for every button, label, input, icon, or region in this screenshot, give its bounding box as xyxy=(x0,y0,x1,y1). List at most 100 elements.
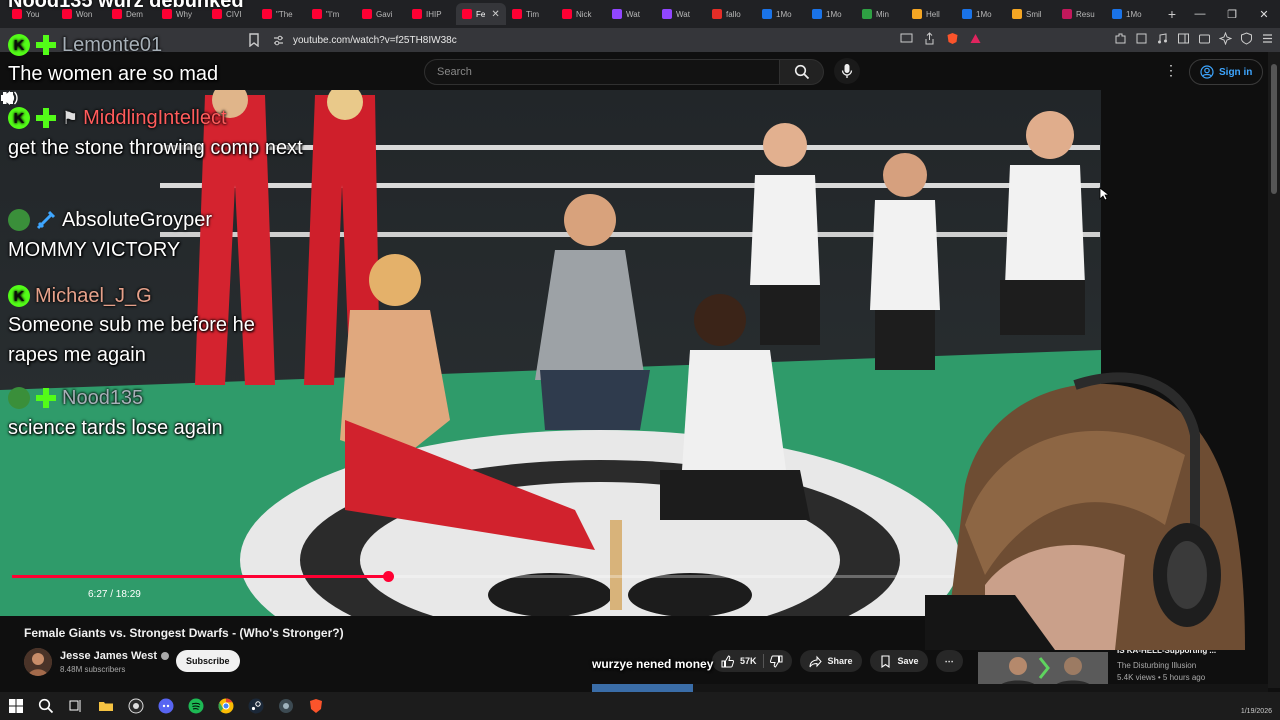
new-tab-button[interactable]: + xyxy=(1162,6,1182,22)
more-actions-button[interactable]: ⋯ xyxy=(935,650,963,672)
save-icon xyxy=(880,654,890,668)
recommended-video-channel[interactable]: The Disturbing Illusion xyxy=(1117,661,1196,670)
steam-button[interactable] xyxy=(246,696,266,716)
tab-favicon-icon xyxy=(962,9,972,19)
recommended-video-thumbnail[interactable] xyxy=(978,652,1108,688)
tab-label: "The xyxy=(276,9,293,19)
dislike-icon[interactable] xyxy=(769,655,783,668)
browser-menu-icon[interactable] xyxy=(1261,32,1274,45)
media-icon[interactable] xyxy=(1156,32,1169,45)
donation-goal-label: wurzye nened money xyxy=(592,657,714,671)
page-scrollbar[interactable] xyxy=(1268,52,1280,688)
search-button[interactable] xyxy=(780,59,824,85)
like-dislike-group: 57K xyxy=(712,650,792,672)
tab-label: 1Mo xyxy=(826,9,842,19)
chat-message: get the stone throwing comp next xyxy=(8,137,303,159)
browser-tab[interactable]: Wat xyxy=(606,3,656,25)
sign-in-button[interactable]: Sign in xyxy=(1189,59,1264,85)
channel-name-text: Jesse James West xyxy=(60,650,158,662)
leo-ai-icon[interactable] xyxy=(1219,32,1232,45)
file-explorer-button[interactable] xyxy=(96,696,116,716)
browser-tab[interactable]: Nick xyxy=(556,3,606,25)
taskbar-app-2[interactable] xyxy=(276,696,296,716)
brave-button[interactable] xyxy=(306,696,326,716)
brave-shields-icon[interactable] xyxy=(946,32,959,45)
minimize-button[interactable]: — xyxy=(1184,8,1216,20)
close-window-button[interactable]: ✕ xyxy=(1248,8,1280,21)
brave-rewards-icon[interactable] xyxy=(969,32,982,45)
video-scrubber-handle[interactable] xyxy=(382,571,394,582)
share-page-icon[interactable] xyxy=(923,32,936,45)
tab-label: Hell xyxy=(926,9,940,19)
screenshot-icon[interactable] xyxy=(1135,32,1148,45)
browser-tab[interactable]: Wat xyxy=(656,3,706,25)
cast-icon[interactable] xyxy=(900,32,913,45)
site-info-icon[interactable] xyxy=(272,34,285,47)
bookmark-icon[interactable] xyxy=(248,33,260,47)
channel-name[interactable]: Jesse James West xyxy=(60,650,170,662)
like-count[interactable]: 57K xyxy=(740,656,757,666)
browser-tab[interactable]: fallo xyxy=(706,3,756,25)
browser-tab[interactable]: Hell xyxy=(906,3,956,25)
browser-tab[interactable]: 1Mo xyxy=(756,3,806,25)
search-placeholder: Search xyxy=(437,66,472,78)
browser-tab[interactable]: Min xyxy=(856,3,906,25)
chat-username-row: K Michael_J_G xyxy=(8,284,152,308)
browser-tab[interactable]: 1Mo xyxy=(956,3,1006,25)
browser-tab[interactable]: 1Mo xyxy=(806,3,856,25)
flag-badge-icon: ⚑ xyxy=(62,107,79,128)
folder-icon xyxy=(99,702,113,711)
tab-label: 1Mo xyxy=(776,9,792,19)
settings-menu-icon[interactable]: ⋮ xyxy=(1164,63,1178,77)
avatar-image xyxy=(24,648,52,676)
share-icon xyxy=(809,655,822,667)
browser-tab[interactable]: Tim xyxy=(506,3,556,25)
chat-username: MiddlingIntellect xyxy=(83,106,227,129)
url-text: youtube.com/watch?v=f25TH8IW38c xyxy=(293,34,457,46)
tab-favicon-icon xyxy=(812,9,822,19)
discord-button[interactable] xyxy=(156,696,176,716)
wallet-icon[interactable] xyxy=(1198,32,1211,45)
tab-label: Smil xyxy=(1026,9,1042,19)
voice-search-button[interactable] xyxy=(834,58,860,84)
url-field[interactable]: youtube.com/watch?v=f25TH8IW38c xyxy=(272,31,992,49)
scrollbar-thumb[interactable] xyxy=(1271,64,1277,194)
sign-in-label: Sign in xyxy=(1219,66,1253,78)
taskbar-search-button[interactable] xyxy=(36,696,56,716)
tab-label: Nick xyxy=(576,9,592,19)
chrome-button[interactable] xyxy=(216,696,236,716)
subscribe-button[interactable]: Subscribe xyxy=(176,650,240,672)
task-view-button[interactable] xyxy=(66,696,86,716)
start-button[interactable] xyxy=(6,696,26,716)
recommended-video-meta: 5.4K views • 5 hours ago xyxy=(1117,673,1206,682)
browser-tab[interactable]: Smil xyxy=(1006,3,1056,25)
browser-tab[interactable]: "I'm xyxy=(306,3,356,25)
spotify-button[interactable] xyxy=(186,696,206,716)
search-input[interactable]: Search xyxy=(424,59,780,85)
sidebar-icon[interactable] xyxy=(1177,32,1190,45)
task-view-icon xyxy=(69,700,81,712)
browser-tab[interactable]: Resu xyxy=(1056,3,1106,25)
share-button[interactable]: Share xyxy=(799,650,862,672)
spotify-icon xyxy=(188,698,204,714)
browser-tab[interactable]: "The xyxy=(256,3,306,25)
chat-message: The women are so mad xyxy=(8,63,219,85)
like-icon[interactable] xyxy=(721,654,734,668)
vpn-icon[interactable] xyxy=(1240,32,1253,45)
channel-avatar[interactable] xyxy=(24,648,52,676)
tab-label: Fe xyxy=(476,9,486,19)
close-tab-icon[interactable]: ✕ xyxy=(491,9,499,20)
maximize-button[interactable]: ❐ xyxy=(1216,8,1248,21)
streamer-webcam xyxy=(925,345,1268,650)
tab-favicon-icon xyxy=(462,9,472,19)
browser-tab[interactable]: 1Mo xyxy=(1106,3,1156,25)
volume-icon[interactable] xyxy=(0,90,18,106)
browser-tab[interactable]: Gavi xyxy=(356,3,406,25)
extensions-icon[interactable] xyxy=(1114,32,1127,45)
subscriber-badge-icon xyxy=(36,388,56,408)
browser-tab[interactable]: Fe ✕ xyxy=(456,3,506,25)
browser-tab[interactable]: IHIP xyxy=(406,3,456,25)
taskbar-app-1[interactable] xyxy=(126,696,146,716)
save-button[interactable]: Save xyxy=(869,650,928,672)
tab-label: 1Mo xyxy=(976,9,992,19)
